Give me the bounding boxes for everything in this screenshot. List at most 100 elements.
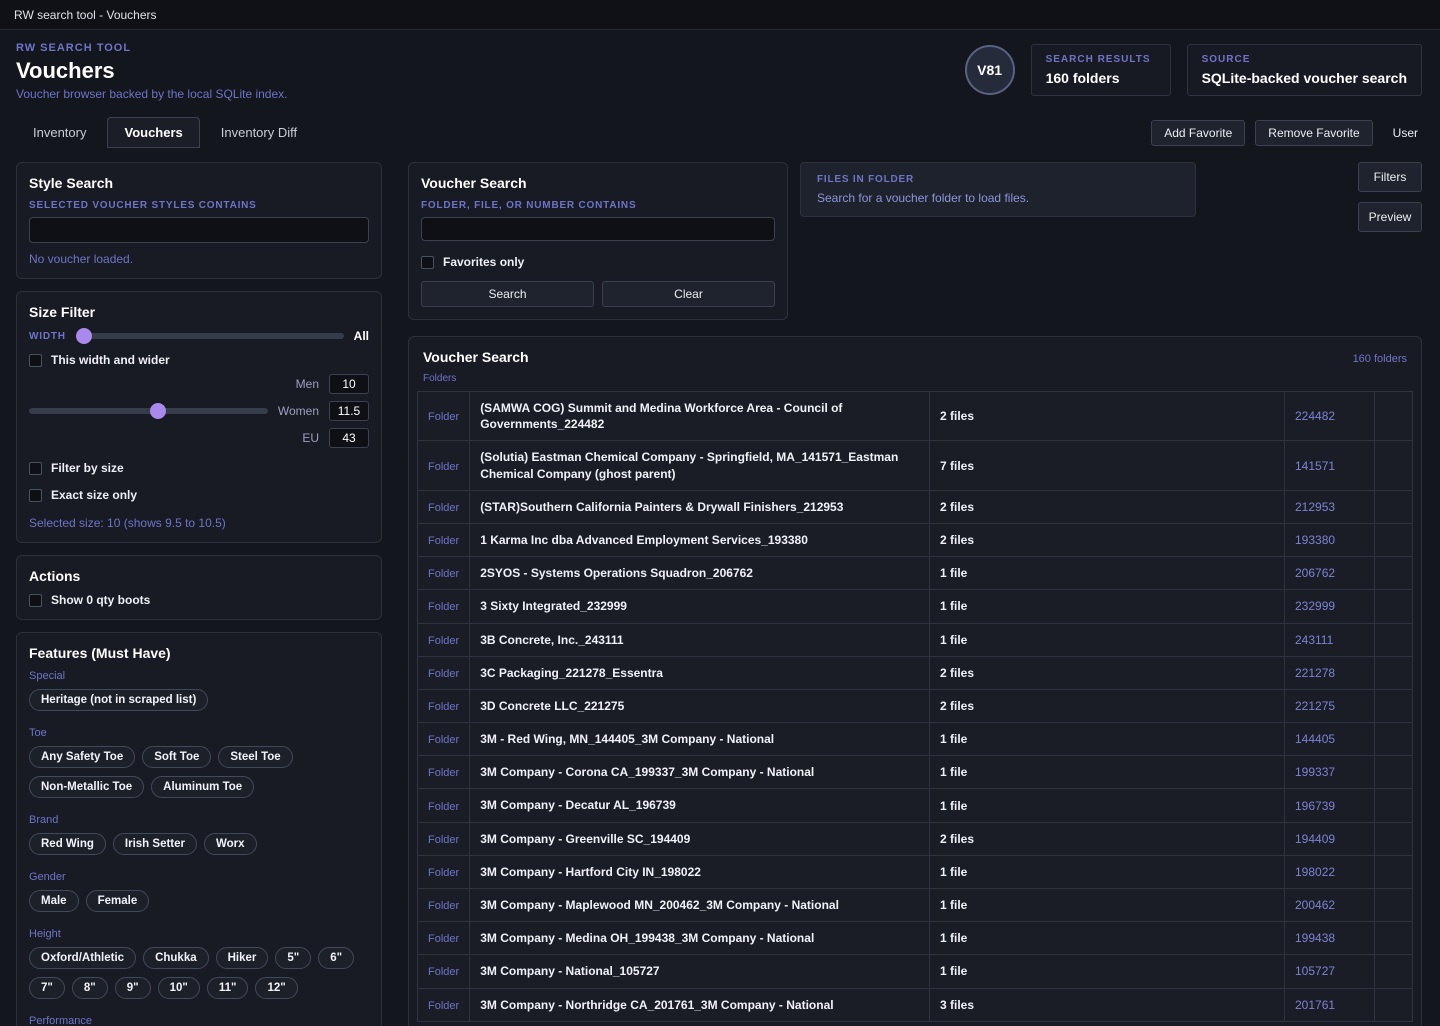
feature-chip[interactable]: 8" xyxy=(72,977,108,999)
table-row[interactable]: Folder3M Company - Maplewood MN_200462_3… xyxy=(418,889,1413,922)
row-extra-cell xyxy=(1375,955,1413,988)
table-row[interactable]: Folder3C Packaging_221278_Essentra2 file… xyxy=(418,656,1413,689)
table-row[interactable]: Folder3D Concrete LLC_2212752 files22127… xyxy=(418,689,1413,722)
filter-by-size-checkbox[interactable]: Filter by size xyxy=(29,461,369,475)
feature-chip[interactable]: Aluminum Toe xyxy=(151,776,254,798)
folder-badge-cell: Folder xyxy=(418,523,470,556)
feature-chip[interactable]: 10" xyxy=(158,977,200,999)
file-count: 1 file xyxy=(930,955,1285,988)
feature-group-label: Height xyxy=(29,928,369,940)
voucher-search-input[interactable] xyxy=(421,217,775,241)
filters-button[interactable]: Filters xyxy=(1358,162,1422,192)
size-slider-thumb[interactable] xyxy=(150,403,166,419)
feature-chip[interactable]: Hiker xyxy=(216,947,269,969)
feature-chip[interactable]: Oxford/Athletic xyxy=(29,947,136,969)
feature-chip[interactable]: 11" xyxy=(207,977,249,999)
men-size-input[interactable] xyxy=(329,374,369,394)
feature-chip[interactable]: Non-Metallic Toe xyxy=(29,776,144,798)
folder-name: 3M Company - Corona CA_199337_3M Company… xyxy=(470,756,930,789)
checkbox-icon xyxy=(421,256,434,269)
tab-inventory[interactable]: Inventory xyxy=(16,117,103,148)
women-size-input[interactable] xyxy=(329,401,369,421)
feature-chip[interactable]: Irish Setter xyxy=(113,833,197,855)
style-search-input[interactable] xyxy=(29,217,369,243)
folder-badge: Folder xyxy=(428,568,459,580)
favorites-only-label: Favorites only xyxy=(443,255,524,269)
folder-name: 1 Karma Inc dba Advanced Employment Serv… xyxy=(470,523,930,556)
folder-name: (SAMWA COG) Summit and Medina Workforce … xyxy=(470,392,930,441)
feature-chip[interactable]: 9" xyxy=(115,977,151,999)
tab-vouchers[interactable]: Vouchers xyxy=(107,117,199,148)
table-row[interactable]: Folder3 Sixty Integrated_2329991 file232… xyxy=(418,590,1413,623)
feature-chip[interactable]: 7" xyxy=(29,977,65,999)
window-title: RW search tool - Vouchers xyxy=(14,8,157,22)
men-size-row: Men xyxy=(29,374,369,394)
table-row[interactable]: Folder(Solutia) Eastman Chemical Company… xyxy=(418,441,1413,490)
feature-chip[interactable]: Chukka xyxy=(143,947,209,969)
feature-chip[interactable]: 5" xyxy=(275,947,311,969)
feature-chips: Male Female xyxy=(29,890,369,920)
page-title: Vouchers xyxy=(16,58,288,84)
folder-badge-cell: Folder xyxy=(418,689,470,722)
file-count: 1 file xyxy=(930,723,1285,756)
width-and-wider-checkbox[interactable]: This width and wider xyxy=(29,353,369,367)
width-slider-thumb[interactable] xyxy=(76,328,92,344)
size-slider[interactable] xyxy=(29,408,268,414)
clear-button[interactable]: Clear xyxy=(602,281,775,307)
feature-chip[interactable]: Worx xyxy=(204,833,257,855)
eu-size-input[interactable] xyxy=(329,428,369,448)
feature-chip[interactable]: 12" xyxy=(255,977,297,999)
table-row[interactable]: Folder3M Company - Medina OH_199438_3M C… xyxy=(418,922,1413,955)
folder-number: 199438 xyxy=(1285,922,1375,955)
favorites-only-checkbox[interactable]: Favorites only xyxy=(421,255,775,269)
table-row[interactable]: Folder2SYOS - Systems Operations Squadro… xyxy=(418,557,1413,590)
checkbox-icon xyxy=(29,462,42,475)
show-zero-qty-checkbox[interactable]: Show 0 qty boots xyxy=(29,593,369,607)
feature-chip[interactable]: Any Safety Toe xyxy=(29,746,135,768)
filter-by-size-label: Filter by size xyxy=(51,461,124,475)
width-slider[interactable] xyxy=(76,333,344,339)
feature-chip[interactable]: Steel Toe xyxy=(218,746,292,768)
table-row[interactable]: Folder3B Concrete, Inc._2431111 file2431… xyxy=(418,623,1413,656)
table-row[interactable]: Folder3M Company - Hartford City IN_1980… xyxy=(418,855,1413,888)
table-row[interactable]: Folder3M Company - Northridge CA_201761_… xyxy=(418,988,1413,1021)
folder-name: 3B Concrete, Inc._243111 xyxy=(470,623,930,656)
preview-button[interactable]: Preview xyxy=(1358,202,1422,232)
voucher-search-label: FOLDER, FILE, OR NUMBER CONTAINS xyxy=(421,200,775,211)
voucher-search-title: Voucher Search xyxy=(421,175,775,191)
exact-size-only-checkbox[interactable]: Exact size only xyxy=(29,488,369,502)
table-row[interactable]: Folder3M - Red Wing, MN_144405_3M Compan… xyxy=(418,723,1413,756)
size-filter-title: Size Filter xyxy=(29,304,369,320)
header-stats: SEARCH RESULTS 160 folders SOURCE SQLite… xyxy=(1031,44,1422,96)
feature-chip[interactable]: Female xyxy=(86,890,150,912)
remove-favorite-button[interactable]: Remove Favorite xyxy=(1255,120,1372,146)
folder-number: 198022 xyxy=(1285,855,1375,888)
folder-badge: Folder xyxy=(428,734,459,746)
tab-inventory-diff[interactable]: Inventory Diff xyxy=(204,117,314,148)
table-row[interactable]: Folder3M Company - National_1057271 file… xyxy=(418,955,1413,988)
width-label: WIDTH xyxy=(29,331,66,342)
row-extra-cell xyxy=(1375,822,1413,855)
table-row[interactable]: Folder(SAMWA COG) Summit and Medina Work… xyxy=(418,392,1413,441)
file-count: 1 file xyxy=(930,557,1285,590)
folder-number: 206762 xyxy=(1285,557,1375,590)
table-row[interactable]: Folder3M Company - Corona CA_199337_3M C… xyxy=(418,756,1413,789)
checkbox-icon xyxy=(29,594,42,607)
feature-chip[interactable]: Red Wing xyxy=(29,833,106,855)
table-row[interactable]: Folder1 Karma Inc dba Advanced Employmen… xyxy=(418,523,1413,556)
table-row[interactable]: Folder3M Company - Decatur AL_1967391 fi… xyxy=(418,789,1413,822)
feature-chip[interactable]: 6" xyxy=(318,947,354,969)
feature-chip[interactable]: Male xyxy=(29,890,79,912)
table-row[interactable]: Folder(STAR)Southern California Painters… xyxy=(418,490,1413,523)
search-button[interactable]: Search xyxy=(421,281,594,307)
folder-badge-cell: Folder xyxy=(418,955,470,988)
row-extra-cell xyxy=(1375,922,1413,955)
add-favorite-button[interactable]: Add Favorite xyxy=(1151,120,1245,146)
feature-chip[interactable]: Soft Toe xyxy=(142,746,211,768)
table-row[interactable]: Folder3M Company - Greenville SC_1944092… xyxy=(418,822,1413,855)
feature-groups: SpecialHeritage (not in scraped list)Toe… xyxy=(29,670,369,1026)
width-and-wider-label: This width and wider xyxy=(51,353,170,367)
feature-chip[interactable]: Heritage (not in scraped list) xyxy=(29,689,208,711)
body-layout: Style Search SELECTED VOUCHER STYLES CON… xyxy=(16,162,1422,1026)
style-search-panel: Style Search SELECTED VOUCHER STYLES CON… xyxy=(16,162,382,279)
